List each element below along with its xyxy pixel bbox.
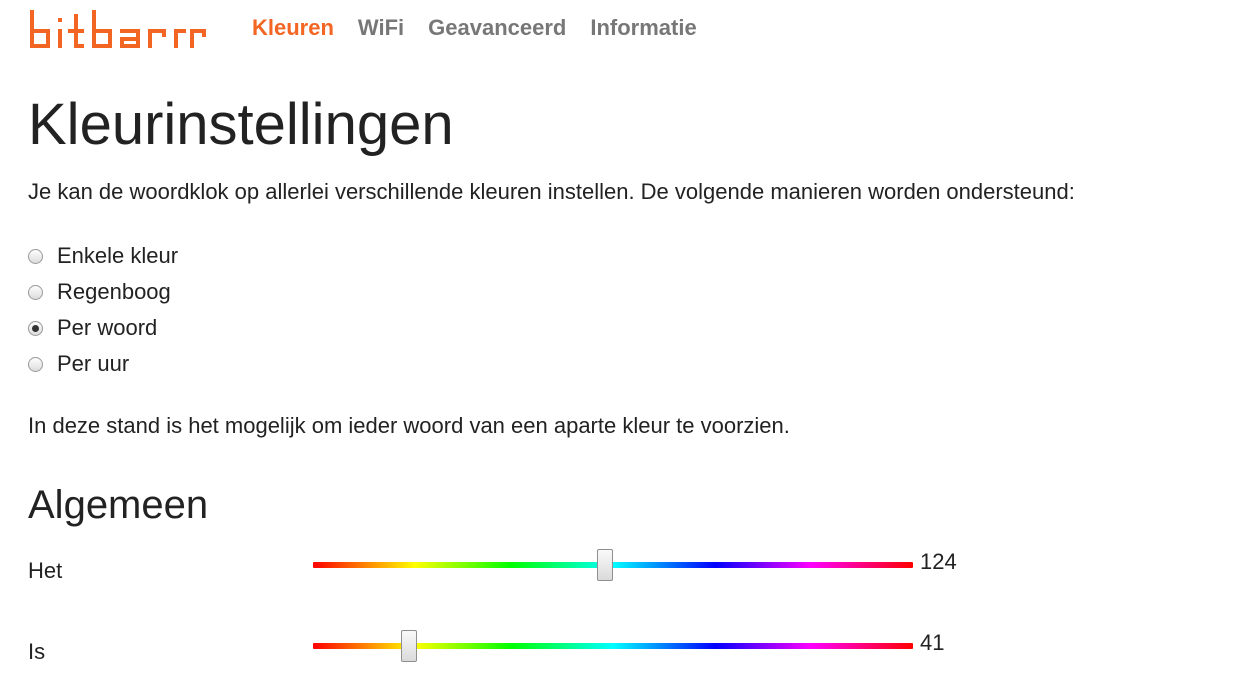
- color-slider-is[interactable]: [313, 630, 913, 662]
- bitbar-logo[interactable]: [30, 10, 214, 48]
- slider-thumb[interactable]: [401, 630, 418, 662]
- color-mode-options: Enkele kleur Regenboog Per woord Per uur: [28, 238, 178, 382]
- slider-value-het: 124: [920, 549, 957, 574]
- mode-label: Regenboog: [57, 279, 171, 304]
- mode-option-regenboog[interactable]: Regenboog: [28, 274, 178, 310]
- mode-description: In deze stand is het mogelijk om ieder w…: [28, 413, 790, 438]
- nav-link-wifi[interactable]: WiFi: [358, 14, 404, 42]
- top-navigation: Kleuren WiFi Geavanceerd Informatie: [0, 0, 1252, 56]
- slider-value-is: 41: [920, 630, 945, 655]
- nav-links: Kleuren WiFi Geavanceerd Informatie: [252, 14, 697, 42]
- slider-label-het: Het: [28, 558, 63, 583]
- section-title: Algemeen: [28, 483, 209, 527]
- mode-option-per-woord[interactable]: Per woord: [28, 310, 178, 346]
- mode-option-enkele-kleur[interactable]: Enkele kleur: [28, 238, 178, 274]
- nav-link-kleuren[interactable]: Kleuren: [252, 14, 334, 42]
- slider-thumb[interactable]: [596, 549, 613, 581]
- mode-label: Enkele kleur: [57, 243, 179, 268]
- slider-row-is: Is 41: [0, 629, 1252, 669]
- nav-link-informatie[interactable]: Informatie: [590, 14, 696, 42]
- radio-enkele-kleur[interactable]: [28, 248, 43, 264]
- mode-label: Per woord: [57, 315, 158, 340]
- radio-per-woord[interactable]: [28, 320, 43, 336]
- intro-text: Je kan de woordklok op allerlei verschil…: [28, 179, 1075, 204]
- page-title: Kleurinstellingen: [28, 92, 454, 157]
- mode-option-per-uur[interactable]: Per uur: [28, 346, 178, 382]
- radio-per-uur[interactable]: [28, 356, 43, 372]
- radio-regenboog[interactable]: [28, 284, 43, 300]
- slider-label-is: Is: [28, 639, 46, 664]
- nav-link-geavanceerd[interactable]: Geavanceerd: [428, 14, 566, 42]
- mode-label: Per uur: [57, 351, 130, 376]
- color-slider-het[interactable]: [313, 549, 913, 581]
- slider-row-het: Het 124: [0, 548, 1252, 588]
